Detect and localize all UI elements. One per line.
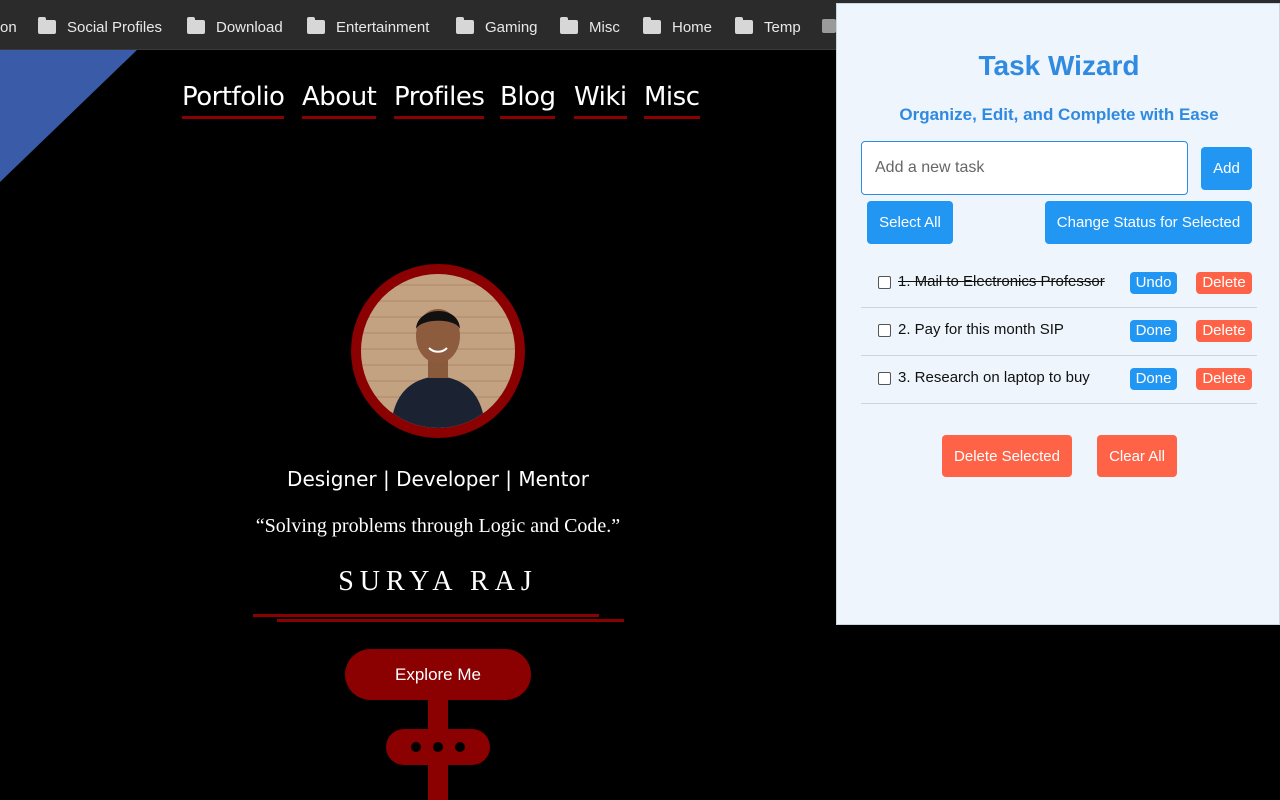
- bookmark-home[interactable]: Home: [643, 17, 712, 37]
- bookmark-label: Entertainment: [336, 18, 430, 36]
- bookmark-gaming[interactable]: Gaming: [456, 17, 538, 37]
- nav-wiki[interactable]: Wiki: [574, 82, 627, 119]
- clear-all-button[interactable]: Clear All: [1097, 435, 1177, 477]
- bookmark-label: Download: [216, 18, 283, 36]
- dot-icon: [433, 742, 443, 752]
- site-owner-name: SURYA RAJ: [338, 566, 538, 597]
- delete-task-button[interactable]: Delete: [1196, 320, 1252, 342]
- folder-icon: [643, 17, 661, 34]
- folder-icon[interactable]: [822, 19, 836, 33]
- roles-text: Designer | Developer | Mentor: [287, 467, 589, 491]
- folder-icon: [456, 17, 474, 34]
- dot-icon: [411, 742, 421, 752]
- bookmark-entertainment[interactable]: Entertainment: [307, 17, 429, 37]
- folder-icon: [735, 17, 753, 34]
- name-underline: [277, 619, 624, 622]
- folder-icon: [560, 17, 578, 34]
- nav-portfolio[interactable]: Portfolio: [182, 82, 285, 119]
- bookmark-misc[interactable]: Misc: [560, 17, 620, 37]
- popup-title: Task Wizard: [978, 50, 1140, 81]
- popup-subtitle: Organize, Edit, and Complete with Ease: [899, 105, 1219, 124]
- bookmark-temp[interactable]: Temp: [735, 17, 801, 37]
- name-underline: [253, 614, 599, 617]
- bookmark-label: Misc: [589, 18, 620, 36]
- add-task-button[interactable]: Add: [1201, 147, 1252, 190]
- nav-misc[interactable]: Misc: [644, 82, 700, 119]
- bookmark-label: Home: [672, 18, 713, 36]
- nav-blog[interactable]: Blog: [500, 82, 556, 119]
- task-text: 3. Research on laptop to buy: [898, 369, 1090, 386]
- done-task-button[interactable]: Done: [1130, 320, 1177, 342]
- tagline-quote: “Solving problems through Logic and Code…: [255, 515, 621, 537]
- task-checkbox[interactable]: [878, 372, 891, 385]
- undo-task-button[interactable]: Undo: [1130, 272, 1177, 294]
- task-checkbox[interactable]: [878, 276, 891, 289]
- explore-button[interactable]: Explore Me: [345, 649, 531, 700]
- task-text: 2. Pay for this month SIP: [898, 321, 1064, 338]
- bookmark-download[interactable]: Download: [187, 17, 283, 37]
- bookmark-cut[interactable]: on: [0, 17, 17, 37]
- profile-photo: [361, 274, 515, 428]
- person-photo-icon: [361, 274, 515, 428]
- done-task-button[interactable]: Done: [1130, 368, 1177, 390]
- nav-about[interactable]: About: [302, 82, 377, 119]
- task-row: 2. Pay for this month SIP Done Delete: [861, 307, 1257, 356]
- new-task-input[interactable]: [861, 141, 1188, 195]
- bookmark-label: Social Profiles: [67, 18, 163, 36]
- select-all-button[interactable]: Select All: [867, 201, 953, 244]
- site-nav: Portfolio About Profiles Blog Wiki Misc: [0, 82, 836, 122]
- change-status-button[interactable]: Change Status for Selected: [1045, 201, 1252, 244]
- profile-avatar-ring: [351, 264, 525, 438]
- more-dots-button[interactable]: [386, 729, 490, 765]
- task-row: 1. Mail to Electronics Professor Undo De…: [861, 259, 1257, 308]
- folder-icon: [187, 17, 205, 34]
- task-row: 3. Research on laptop to buy Done Delete: [861, 355, 1257, 404]
- bookmark-label: Gaming: [485, 18, 538, 36]
- bookmark-label: on: [0, 18, 17, 36]
- bookmark-social-profiles[interactable]: Social Profiles: [38, 17, 162, 37]
- bookmark-label: Temp: [764, 18, 801, 36]
- delete-task-button[interactable]: Delete: [1196, 272, 1252, 294]
- delete-selected-button[interactable]: Delete Selected: [942, 435, 1072, 477]
- nav-profiles[interactable]: Profiles: [394, 82, 485, 119]
- folder-icon: [38, 17, 56, 34]
- delete-task-button[interactable]: Delete: [1196, 368, 1252, 390]
- task-text: 1. Mail to Electronics Professor: [898, 273, 1105, 290]
- dot-icon: [455, 742, 465, 752]
- folder-icon: [307, 17, 325, 34]
- task-checkbox[interactable]: [878, 324, 891, 337]
- task-wizard-popup: Task Wizard Organize, Edit, and Complete…: [836, 3, 1280, 625]
